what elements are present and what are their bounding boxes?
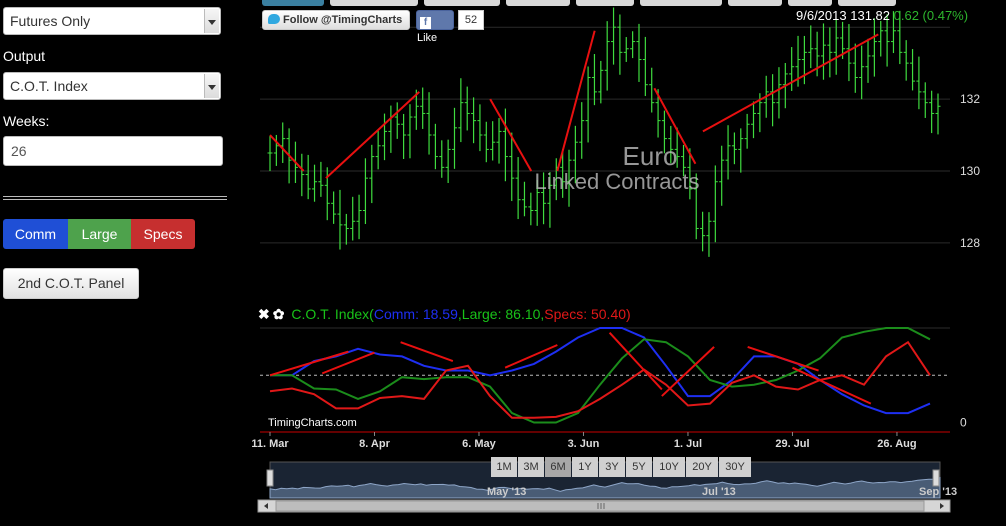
cot-trend-line bbox=[747, 345, 819, 372]
comm-button[interactable]: Comm bbox=[3, 219, 68, 249]
chart-watermark: Euro Linked Contracts bbox=[520, 142, 780, 194]
range-6m-button[interactable]: 6M bbox=[545, 457, 571, 477]
facebook-like-label: Like bbox=[417, 32, 438, 44]
navigator-label: May '13 bbox=[487, 486, 526, 498]
output-value: C.O.T. Index bbox=[10, 78, 88, 94]
cot-legend: ✖ ✿ C.O.T. Index(Comm: 18.59,Large: 86.10… bbox=[258, 306, 631, 322]
twitter-follow-button[interactable]: Follow @TimingCharts bbox=[262, 10, 410, 30]
cot-tick-label: 0 bbox=[960, 416, 967, 430]
x-tick-label: 26. Aug bbox=[877, 438, 916, 450]
contract-type-value: Futures Only bbox=[10, 13, 91, 29]
output-select[interactable]: C.O.T. Index bbox=[3, 72, 221, 100]
watermark-line-2: Linked Contracts bbox=[534, 169, 700, 194]
facebook-like-count: 52 bbox=[458, 10, 484, 30]
dropdown-arrow-icon bbox=[204, 9, 219, 33]
cot-name: C.O.T. Index bbox=[291, 306, 370, 322]
cot-series-comm bbox=[270, 327, 931, 415]
range-20y-button[interactable]: 20Y bbox=[686, 457, 718, 477]
weeks-label: Weeks: bbox=[3, 113, 50, 129]
twitter-bird-icon bbox=[268, 14, 280, 24]
facebook-like-button[interactable]: f Like bbox=[416, 10, 454, 44]
weeks-input[interactable]: 26 bbox=[3, 136, 223, 166]
navigator-scrollbar-thumb bbox=[275, 500, 925, 512]
price-axis-ticks: 128 130 132 bbox=[960, 92, 980, 250]
cot-comm-value: Comm: 18.59 bbox=[373, 306, 458, 322]
cot-series-specs bbox=[269, 340, 931, 419]
twitter-follow-label: Follow @TimingCharts bbox=[283, 14, 403, 26]
cot-large-value: Large: 86.10 bbox=[461, 306, 541, 322]
cot-trend-line bbox=[269, 350, 349, 377]
range-1y-button[interactable]: 1Y bbox=[572, 457, 598, 477]
price-tick-label: 128 bbox=[960, 236, 980, 250]
quote-price: 131.82 bbox=[850, 8, 890, 23]
large-button[interactable]: Large bbox=[68, 219, 131, 249]
divider bbox=[3, 196, 227, 197]
x-tick-label: 8. Apr bbox=[359, 438, 390, 450]
x-tick-label: 29. Jul bbox=[775, 438, 809, 450]
second-cot-panel-button[interactable]: 2nd C.O.T. Panel bbox=[3, 268, 139, 299]
x-tick-label: 1. Jul bbox=[674, 438, 702, 450]
x-tick-label: 6. May bbox=[462, 438, 497, 450]
gear-icon[interactable]: ✿ bbox=[273, 306, 285, 322]
chart-canvas: 128 130 132 0 11. Mar 8. Apr 6. May 3. Jun 1. … bbox=[251, 7, 980, 513]
quote-date: 9/6/2013 bbox=[796, 8, 847, 23]
range-1m-button[interactable]: 1M bbox=[491, 457, 517, 477]
x-tick-label: 11. Mar bbox=[251, 438, 289, 450]
dropdown-arrow-icon bbox=[204, 74, 219, 98]
cot-axis-ticks: 0 bbox=[960, 416, 967, 430]
price-tick-label: 132 bbox=[960, 92, 980, 106]
price-tick-label: 130 bbox=[960, 164, 980, 178]
specs-button[interactable]: Specs bbox=[131, 219, 195, 249]
contract-type-select[interactable]: Futures Only bbox=[3, 7, 221, 35]
watermark-line-1: Euro bbox=[622, 141, 678, 171]
quote-change: 0.62 (0.47%) bbox=[893, 8, 969, 23]
price-trend-line bbox=[702, 33, 879, 133]
divider bbox=[3, 199, 227, 200]
navigator-label: Jul '13 bbox=[702, 486, 736, 498]
range-30y-button[interactable]: 30Y bbox=[719, 457, 751, 477]
controls-panel: Futures Only Output C.O.T. Index Weeks: … bbox=[0, 0, 240, 526]
range-10y-button[interactable]: 10Y bbox=[653, 457, 685, 477]
navigator-left-handle bbox=[266, 469, 274, 487]
price-bars bbox=[267, 7, 941, 257]
range-3y-button[interactable]: 3Y bbox=[599, 457, 625, 477]
cot-trend-line bbox=[792, 366, 872, 405]
navigator-label: Sep '13 bbox=[919, 486, 957, 498]
facebook-icon: f bbox=[420, 17, 431, 29]
navigator-right-handle bbox=[932, 469, 940, 487]
x-axis-ticks: 11. Mar 8. Apr 6. May 3. Jun 1. Jul 29. Jul 26… bbox=[251, 432, 917, 450]
range-3m-button[interactable]: 3M bbox=[518, 457, 544, 477]
range-5y-button[interactable]: 5Y bbox=[626, 457, 652, 477]
cot-specs-value: Specs: 50.40 bbox=[544, 306, 627, 322]
brand-credit: TimingCharts.com bbox=[268, 417, 357, 429]
cot-trend-line bbox=[321, 351, 375, 375]
price-quote: 9/6/2013 131.82 0.62 (0.47%) bbox=[796, 8, 968, 23]
close-icon[interactable]: ✖ bbox=[258, 306, 270, 322]
x-tick-label: 3. Jun bbox=[568, 438, 600, 450]
output-label: Output bbox=[3, 48, 46, 64]
